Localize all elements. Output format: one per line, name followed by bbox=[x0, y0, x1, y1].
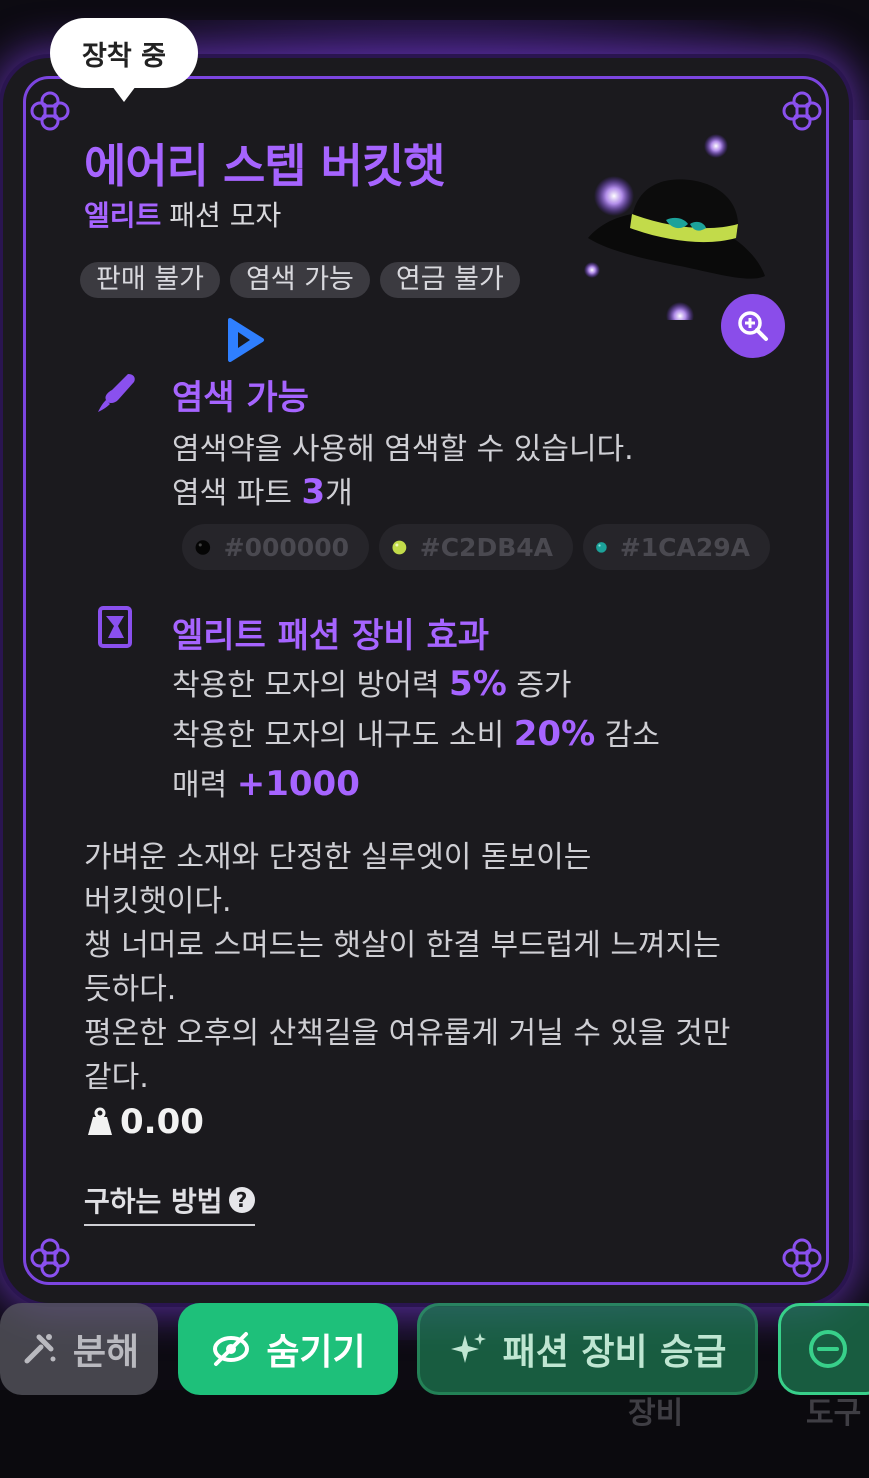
dye-parts-count: 3 bbox=[301, 472, 326, 512]
corner-ornament-icon bbox=[775, 1231, 829, 1285]
dye-section-title: 염색 가능 bbox=[172, 378, 309, 418]
hide-button[interactable]: 숨기기 bbox=[178, 1303, 398, 1395]
dye-drop-icon bbox=[195, 540, 211, 555]
weight-icon bbox=[88, 1107, 112, 1135]
effect-line-defense: 착용한 모자의 방어력 5% 증가 bbox=[172, 664, 572, 704]
dye-drop-icon bbox=[596, 542, 607, 553]
how-to-obtain-link[interactable]: 구하는 방법 ? bbox=[84, 1180, 255, 1226]
item-tags: 판매 불가 염색 가능 연금 불가 bbox=[80, 262, 520, 298]
effect-line-durability: 착용한 모자의 내구도 소비 20% 감소 bbox=[172, 714, 660, 754]
item-grade: 엘리트 bbox=[84, 199, 162, 232]
item-description: 가벼운 소재와 단정한 실루엣이 돋보이는 버킷햇이다. 챙 너머로 스며드는 … bbox=[84, 840, 731, 1095]
dye-color-list: #000000 #C2DB4A #1CA29A bbox=[182, 524, 770, 570]
eye-off-icon bbox=[213, 1332, 250, 1366]
dye-color-chip: #000000 bbox=[182, 524, 369, 570]
tool-button[interactable] bbox=[778, 1303, 869, 1395]
dye-parts-line: 염색 파트 3개 bbox=[172, 472, 353, 512]
bucket-hat-image bbox=[570, 120, 800, 330]
sparkle-icon bbox=[450, 1333, 486, 1363]
dye-brush-icon bbox=[94, 370, 140, 416]
dye-drop-icon bbox=[392, 540, 407, 555]
zoom-in-icon bbox=[738, 311, 768, 341]
mouse-cursor-icon bbox=[226, 318, 266, 362]
bottom-nav-background bbox=[0, 1390, 869, 1478]
tag-no-alchemy: 연금 불가 bbox=[379, 262, 520, 298]
dye-description: 염색약을 사용해 염색할 수 있습니다. bbox=[172, 432, 634, 467]
fashion-effect-icon bbox=[96, 604, 142, 650]
dye-color-chip: #C2DB4A bbox=[379, 524, 573, 570]
minus-circle-icon bbox=[809, 1330, 847, 1368]
tag-dyeable: 염색 가능 bbox=[229, 262, 370, 298]
dismantle-icon bbox=[24, 1334, 56, 1364]
dismantle-button[interactable]: 분해 bbox=[0, 1303, 158, 1395]
fashion-upgrade-button[interactable]: 패션 장비 승급 bbox=[417, 1303, 758, 1395]
effect-line-charm: 매력 +1000 bbox=[172, 764, 360, 804]
effect-section-title: 엘리트 패션 장비 효과 bbox=[172, 616, 490, 656]
corner-ornament-icon bbox=[23, 84, 77, 138]
zoom-button[interactable] bbox=[721, 294, 785, 358]
corner-ornament-icon bbox=[23, 1231, 77, 1285]
question-icon: ? bbox=[228, 1187, 255, 1213]
item-weight: 0.00 bbox=[86, 1102, 204, 1142]
equipped-badge: 장착 중 bbox=[50, 18, 198, 102]
item-name: 에어리 스텝 버킷햇 bbox=[84, 139, 446, 193]
item-category: 패션 모자 bbox=[169, 199, 282, 232]
dye-color-chip: #1CA29A bbox=[583, 524, 770, 570]
item-type: 엘리트 패션 모자 bbox=[84, 194, 281, 234]
tag-not-sellable: 판매 불가 bbox=[80, 262, 220, 298]
